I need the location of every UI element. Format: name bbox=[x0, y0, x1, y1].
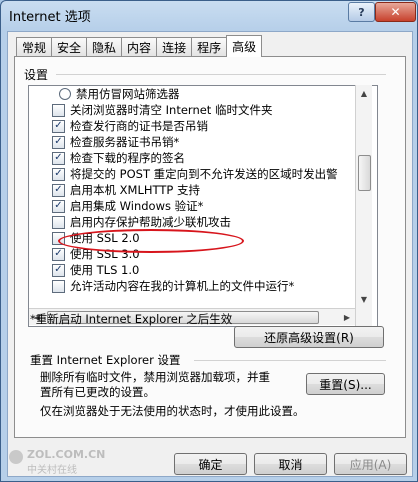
tab-programs[interactable]: 程序 bbox=[191, 37, 228, 56]
checkmark-icon: ✓ bbox=[54, 264, 63, 275]
settings-item[interactable]: ✓ 检查下载的程序的签名 bbox=[52, 150, 185, 166]
checkbox[interactable] bbox=[52, 231, 65, 245]
settings-item-label: 将提交的 POST 重定向到不允许发送的区域时发出警 bbox=[70, 167, 338, 181]
checkbox[interactable]: ✓ bbox=[52, 199, 65, 213]
tab-label: 隐私 bbox=[92, 40, 117, 55]
tab-content[interactable]: 内容 bbox=[121, 37, 158, 56]
internet-options-window: Internet 选项 ? ✕ 常规 安全 隐私 内容 连接 程序 高级 设置 … bbox=[0, 0, 418, 482]
tab-security[interactable]: 安全 bbox=[51, 37, 88, 56]
close-icon: ✕ bbox=[390, 5, 401, 19]
apply-button[interactable]: 应用(A) bbox=[334, 453, 407, 475]
dialog-client-area: 常规 安全 隐私 内容 连接 程序 高级 设置 禁用仿冒网站筛选器 关闭浏览器时… bbox=[7, 31, 413, 477]
settings-item[interactable]: 允许活动内容在我的计算机上的文件中运行* bbox=[52, 278, 294, 294]
tab-bar: 常规 安全 隐私 内容 连接 程序 高级 bbox=[16, 35, 263, 57]
settings-item-label: 关闭浏览器时清空 Internet 临时文件夹 bbox=[70, 103, 273, 117]
watermark-logo-icon bbox=[9, 450, 23, 464]
watermark: ZOL.COM.CN 中关村在线 bbox=[7, 448, 107, 478]
restore-advanced-settings-button[interactable]: 还原高级设置(R) bbox=[234, 326, 384, 348]
tab-advanced[interactable]: 高级 bbox=[226, 35, 263, 57]
settings-vertical-scrollbar[interactable]: ▲ ▼ bbox=[355, 85, 372, 327]
scroll-right-icon[interactable]: ▶ bbox=[339, 309, 355, 325]
tab-label: 安全 bbox=[57, 40, 82, 55]
settings-item-label: 使用 TLS 1.0 bbox=[70, 263, 140, 277]
checkbox[interactable]: ✓ bbox=[52, 247, 65, 261]
checkmark-icon: ✓ bbox=[54, 152, 63, 163]
settings-item[interactable]: ✓ 启用本机 XMLHTTP 支持 bbox=[52, 182, 200, 198]
settings-item-label: 检查发行商的证书是否吊销 bbox=[70, 119, 208, 133]
checkbox[interactable] bbox=[52, 103, 65, 117]
checkbox[interactable]: ✓ bbox=[52, 167, 65, 181]
settings-item[interactable]: ✓ 使用 SSL 3.0 bbox=[52, 246, 140, 262]
settings-item[interactable]: 关闭浏览器时清空 Internet 临时文件夹 bbox=[52, 102, 272, 118]
checkmark-icon: ✓ bbox=[54, 136, 63, 147]
settings-item[interactable]: ✓ 检查发行商的证书是否吊销 bbox=[52, 118, 208, 134]
window-title: Internet 选项 bbox=[9, 10, 91, 25]
checkmark-icon: ✓ bbox=[54, 248, 63, 259]
checkbox[interactable]: ✓ bbox=[52, 183, 65, 197]
settings-item[interactable]: ✓ 使用 TLS 1.0 bbox=[52, 262, 139, 278]
settings-item[interactable]: 使用 SSL 2.0 bbox=[52, 230, 140, 246]
restart-note: *重新启动 Internet Explorer 之后生效 bbox=[30, 312, 233, 326]
radio-button[interactable] bbox=[59, 88, 71, 100]
scroll-down-icon[interactable]: ▼ bbox=[356, 291, 372, 307]
settings-item-integrated-windows-auth[interactable]: ✓ 启用集成 Windows 验证* bbox=[52, 198, 203, 214]
tab-privacy[interactable]: 隐私 bbox=[86, 37, 123, 56]
tab-general[interactable]: 常规 bbox=[16, 37, 53, 56]
checkmark-icon: ✓ bbox=[54, 168, 63, 179]
settings-item-label: 启用集成 Windows 验证* bbox=[70, 199, 204, 213]
settings-item-label: 使用 SSL 2.0 bbox=[70, 231, 140, 245]
tab-label: 高级 bbox=[232, 40, 257, 54]
scroll-up-icon[interactable]: ▲ bbox=[356, 85, 372, 101]
settings-item-label: 使用 SSL 3.0 bbox=[70, 247, 140, 261]
settings-item-label: 启用本机 XMLHTTP 支持 bbox=[70, 183, 200, 197]
reset-group-divider bbox=[194, 360, 386, 361]
tab-label: 内容 bbox=[127, 40, 152, 55]
tab-connections[interactable]: 连接 bbox=[156, 37, 193, 56]
help-icon: ? bbox=[358, 5, 365, 19]
checkbox[interactable]: ✓ bbox=[52, 151, 65, 165]
reset-note: 仅在浏览器处于无法使用的状态时，才使用此设置。 bbox=[40, 404, 305, 418]
checkbox[interactable] bbox=[52, 215, 65, 229]
cancel-button[interactable]: 取消 bbox=[254, 453, 327, 475]
watermark-text: ZOL.COM.CN bbox=[27, 448, 106, 461]
tab-label: 常规 bbox=[22, 40, 47, 55]
title-bar[interactable]: Internet 选项 ? ✕ bbox=[1, 1, 417, 31]
checkmark-icon: ✓ bbox=[54, 184, 63, 195]
settings-group-label: 设置 bbox=[24, 68, 49, 82]
tab-label: 连接 bbox=[162, 40, 187, 55]
settings-item[interactable]: ✓ 检查服务器证书吊销* bbox=[52, 134, 179, 150]
reset-description: 删除所有临时文件，禁用浏览器加载项，并重置所有已更改的设置。 bbox=[40, 370, 270, 399]
help-button[interactable]: ? bbox=[348, 2, 375, 22]
checkbox[interactable]: ✓ bbox=[52, 119, 65, 133]
settings-item[interactable]: ✓ 将提交的 POST 重定向到不允许发送的区域时发出警 bbox=[52, 166, 338, 182]
reset-button[interactable]: 重置(S)... bbox=[306, 373, 385, 395]
checkmark-icon: ✓ bbox=[54, 200, 63, 211]
settings-item-label: 禁用仿冒网站筛选器 bbox=[76, 87, 180, 101]
settings-item[interactable]: 禁用仿冒网站筛选器 bbox=[59, 86, 180, 102]
watermark-subtext: 中关村在线 bbox=[27, 465, 77, 476]
tab-label: 程序 bbox=[197, 40, 222, 55]
ok-button[interactable]: 确定 bbox=[174, 453, 247, 475]
checkbox[interactable] bbox=[52, 279, 65, 293]
settings-list[interactable]: 禁用仿冒网站筛选器 关闭浏览器时清空 Internet 临时文件夹 ✓ 检查发行… bbox=[28, 85, 378, 327]
reset-group-label: 重置 Internet Explorer 设置 bbox=[30, 353, 181, 367]
scroll-thumb[interactable] bbox=[358, 155, 371, 191]
settings-item[interactable]: 启用内存保护帮助减少联机攻击 bbox=[52, 214, 231, 230]
checkbox[interactable]: ✓ bbox=[52, 135, 65, 149]
settings-item-label: 允许活动内容在我的计算机上的文件中运行* bbox=[70, 279, 295, 293]
settings-item-label: 检查下载的程序的签名 bbox=[70, 151, 185, 165]
settings-item-label: 启用内存保护帮助减少联机攻击 bbox=[70, 215, 231, 229]
checkbox[interactable]: ✓ bbox=[52, 263, 65, 277]
checkmark-icon: ✓ bbox=[54, 120, 63, 131]
settings-item-label: 检查服务器证书吊销* bbox=[70, 135, 180, 149]
settings-group-divider bbox=[56, 74, 386, 75]
close-button[interactable]: ✕ bbox=[375, 2, 416, 22]
